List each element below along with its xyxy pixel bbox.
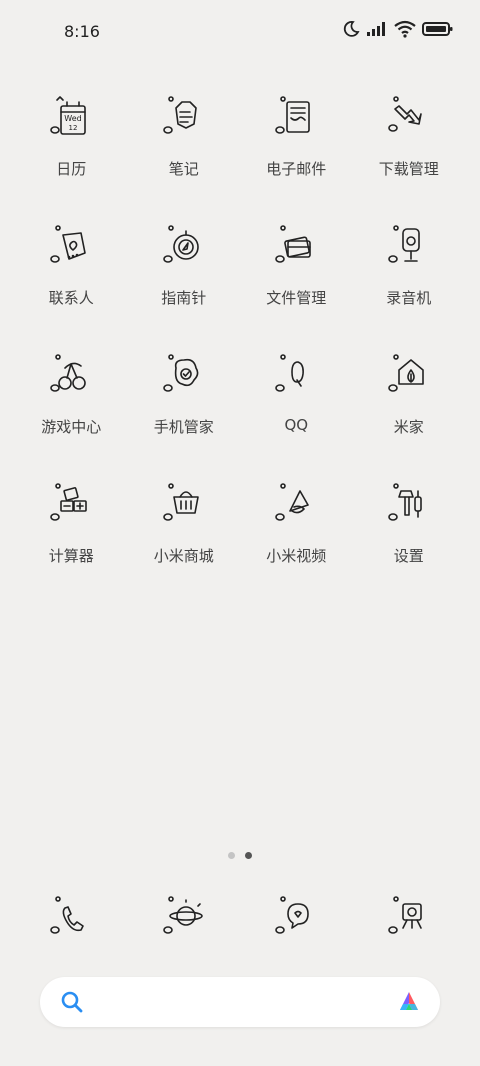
app-email[interactable]: 电子邮件 [240,88,353,180]
page-dot-2[interactable] [245,852,252,859]
app-label: 联系人 [48,289,94,307]
app-calculator[interactable]: 计算器 [15,475,128,567]
app-recorder[interactable]: 录音机 [353,217,466,309]
calendar-icon: Wed 12 [50,96,87,135]
app-label: 电子邮件 [266,160,327,178]
moon-icon [343,21,360,37]
app-contacts[interactable]: 联系人 [15,217,128,309]
app-label: 指南针 [161,289,207,307]
mi-video-icon [275,483,310,521]
app-mijia[interactable]: 米家 [353,346,466,438]
contacts-icon [50,225,87,263]
app-mi-store[interactable]: 小米商城 [128,475,241,567]
browser-icon [162,896,203,934]
messages-icon [275,896,310,934]
calendar-day: Wed [65,114,82,123]
phone-icon [50,896,85,934]
app-settings[interactable]: 设置 [353,475,466,567]
app-label: 小米商城 [153,547,214,565]
camera-icon [387,896,422,934]
app-label: 笔记 [168,160,199,178]
page-indicator [0,852,480,859]
mijia-icon [387,354,424,392]
app-label: 日历 [56,160,87,178]
app-mi-video[interactable]: 小米视频 [240,475,353,567]
game-center-icon [50,354,87,392]
dock-camera[interactable] [353,888,466,948]
app-label: 计算器 [48,547,94,565]
calculator-icon [50,483,88,521]
app-label: 下载管理 [378,160,439,178]
dock [15,888,465,948]
page-dot-1[interactable] [228,852,235,859]
compass-icon [162,225,199,263]
security-icon [162,354,199,392]
app-game-center[interactable]: 游戏中心 [15,346,128,438]
search-input[interactable] [94,989,388,1017]
app-grid: Wed 12 日历 笔记 电子邮件 下载管理 联系人 指南针 文件管理 录音机 … [15,88,465,567]
dock-browser[interactable] [128,888,241,948]
battery-icon [422,22,453,36]
app-label: 手机管家 [153,418,214,436]
notes-icon [162,96,197,134]
qq-icon [275,354,305,392]
status-bar: 8:16 [0,0,480,60]
search-bar[interactable] [40,977,440,1027]
signal-icon [367,22,385,36]
app-security[interactable]: 手机管家 [128,346,241,438]
app-label: 文件管理 [266,289,327,307]
wifi-icon [394,20,416,38]
download-icon [387,96,422,132]
app-notes[interactable]: 笔记 [128,88,241,180]
status-time: 8:16 [64,22,100,41]
app-label: 设置 [393,547,424,565]
dock-messages[interactable] [240,888,353,948]
assistant-icon[interactable] [396,989,422,1019]
search-icon[interactable] [60,990,84,1018]
files-icon [275,225,312,263]
app-files[interactable]: 文件管理 [240,217,353,309]
app-qq[interactable]: QQ [240,346,353,438]
app-compass[interactable]: 指南针 [128,217,241,309]
dock-phone[interactable] [15,888,128,948]
app-downloads[interactable]: 下载管理 [353,88,466,180]
mi-store-icon [162,483,199,521]
calendar-date: 12 [69,124,78,132]
app-label: 米家 [393,418,424,436]
app-calendar[interactable]: Wed 12 日历 [15,88,128,180]
app-label: 小米视频 [266,547,327,565]
app-label: 游戏中心 [41,418,102,436]
settings-icon [387,483,422,521]
recorder-icon [387,225,420,263]
status-icons [342,20,454,38]
email-icon [275,96,311,134]
app-label: 录音机 [386,289,432,307]
app-label: QQ [284,416,309,434]
